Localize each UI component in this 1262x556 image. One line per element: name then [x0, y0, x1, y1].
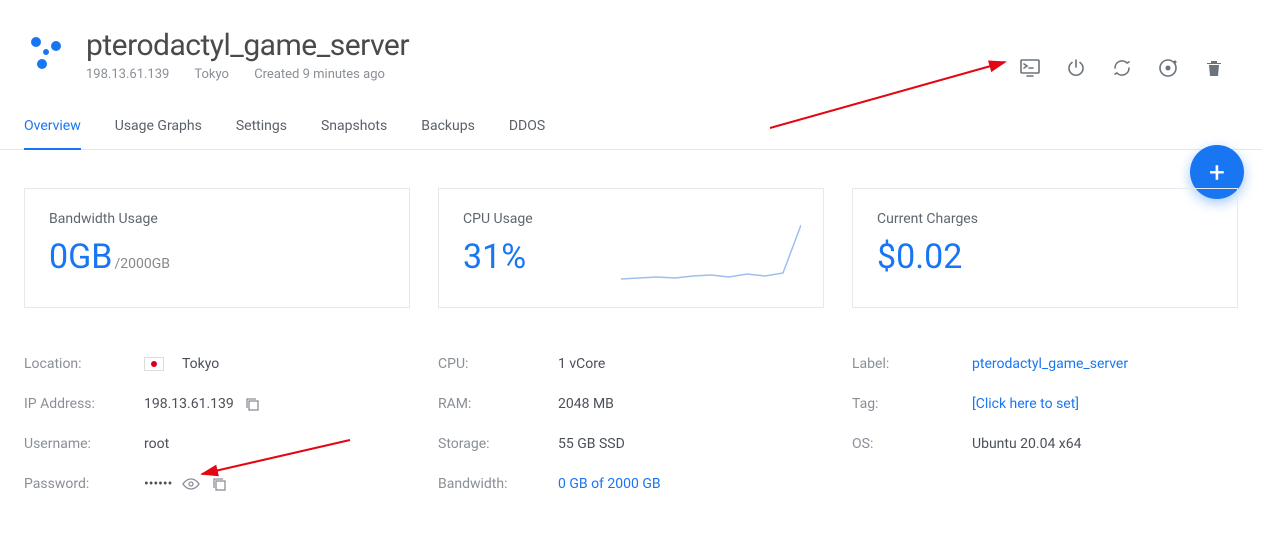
power-icon[interactable]	[1066, 58, 1086, 78]
ram-value: 2048 MB	[558, 396, 614, 412]
details-right: Label: pterodactyl_game_server Tag: [Cli…	[852, 344, 1238, 504]
password-value: ••••••	[144, 475, 228, 493]
charges-title: Current Charges	[877, 211, 1213, 227]
header-ip: 198.13.61.139	[86, 67, 169, 82]
server-title: pterodactyl_game_server	[86, 28, 1020, 63]
tab-snapshots[interactable]: Snapshots	[321, 118, 387, 149]
header-created: Created 9 minutes ago	[254, 67, 385, 82]
bandwidth-spec-label: Bandwidth:	[438, 476, 558, 492]
ip-label: IP Address:	[24, 396, 144, 412]
tabs: Overview Usage Graphs Settings Snapshots…	[0, 82, 1262, 150]
restart-icon[interactable]	[1112, 58, 1132, 78]
reveal-password-icon[interactable]	[182, 475, 200, 493]
cpu-spec-value: 1 vCore	[558, 356, 605, 372]
server-label-label: Label:	[852, 356, 972, 372]
ram-label: RAM:	[438, 396, 558, 412]
username-label: Username:	[24, 436, 144, 452]
password-label: Password:	[24, 476, 144, 492]
tab-ddos[interactable]: DDOS	[509, 118, 545, 149]
cpu-card: CPU Usage 31%	[438, 188, 824, 308]
copy-password-icon[interactable]	[210, 475, 228, 493]
tag-value[interactable]: [Click here to set]	[972, 396, 1079, 412]
tab-settings[interactable]: Settings	[236, 118, 287, 149]
bandwidth-card: Bandwidth Usage 0GB/2000GB	[24, 188, 410, 308]
ip-value: 198.13.61.139	[144, 395, 262, 413]
location-label: Location:	[24, 356, 144, 372]
storage-label: Storage:	[438, 436, 558, 452]
details-left: Location: Tokyo IP Address: 198.13.61.13…	[24, 344, 410, 504]
tab-usage-graphs[interactable]: Usage Graphs	[115, 118, 202, 149]
os-value: Ubuntu 20.04 x64	[972, 436, 1081, 452]
details-mid: CPU: 1 vCore RAM: 2048 MB Storage: 55 GB…	[438, 344, 824, 504]
bandwidth-limit: /2000GB	[114, 256, 170, 272]
tab-backups[interactable]: Backups	[421, 118, 475, 149]
reinstall-icon[interactable]	[1158, 58, 1178, 78]
username-value: root	[144, 436, 169, 452]
server-label-value[interactable]: pterodactyl_game_server	[972, 356, 1128, 372]
header-location: Tokyo	[194, 67, 229, 82]
charges-value: $0.02	[877, 237, 1213, 277]
tag-label: Tag:	[852, 396, 972, 412]
japan-flag-icon	[144, 357, 164, 371]
cpu-spec-label: CPU:	[438, 356, 558, 372]
storage-value: 55 GB SSD	[558, 436, 625, 452]
bandwidth-spec-value[interactable]: 0 GB of 2000 GB	[558, 476, 661, 492]
cpu-sparkline	[621, 223, 801, 283]
ubuntu-logo-icon	[24, 32, 68, 76]
os-label: OS:	[852, 436, 972, 452]
delete-icon[interactable]	[1204, 58, 1224, 78]
location-value: Tokyo	[144, 356, 219, 372]
tab-overview[interactable]: Overview	[24, 118, 81, 150]
bandwidth-value: 0GB	[49, 237, 112, 277]
charges-card: Current Charges $0.02	[852, 188, 1238, 308]
server-subtitle: 198.13.61.139 Tokyo Created 9 minutes ag…	[86, 67, 1020, 82]
copy-ip-icon[interactable]	[244, 395, 262, 413]
bandwidth-title: Bandwidth Usage	[49, 211, 385, 227]
console-icon[interactable]	[1020, 58, 1040, 78]
